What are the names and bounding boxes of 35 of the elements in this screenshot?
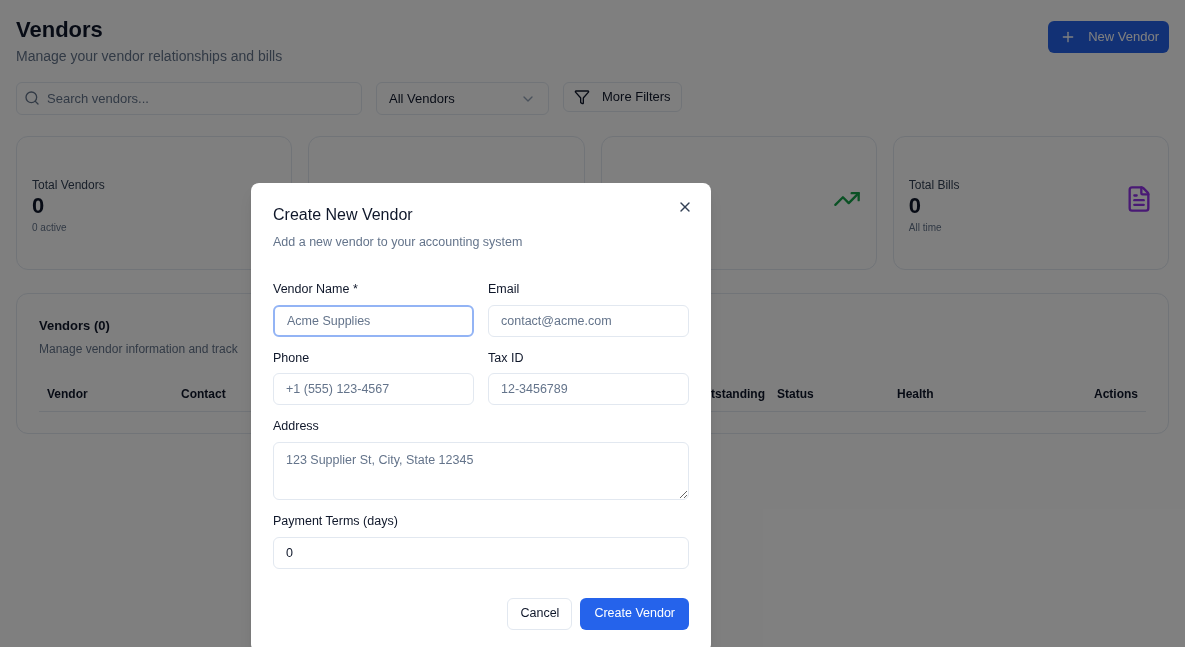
table-title: Vendors (0) [39, 317, 110, 335]
column-header: tstanding [711, 386, 765, 401]
stat-value: 0 [908, 193, 922, 218]
stat-value: 0 [32, 193, 46, 218]
cancel-button[interactable]: Cancel [507, 597, 573, 630]
field-label: Payment Terms (days) [273, 513, 399, 530]
dialog-subtitle: Add a new vendor to your accounting system [273, 234, 524, 251]
stat-label: Total Vendors [32, 176, 105, 194]
filter-icon [574, 89, 590, 105]
vendor-select[interactable]: All Vendors [376, 82, 549, 115]
column-header: Status [777, 386, 814, 401]
input-field[interactable]: Acme Supplies [273, 304, 474, 337]
field-label: Phone [273, 349, 311, 367]
page-subtitle: Manage your vendor relationships and bills [16, 47, 283, 66]
address-field[interactable]: 123 Supplier St, City, State 12345 [273, 442, 689, 500]
field-label: Email [488, 280, 521, 298]
stat-note: 0 active [32, 220, 68, 235]
column-header: Actions [1094, 386, 1138, 401]
dialog-title: Create New Vendor [273, 205, 413, 225]
field-label: Tax ID [488, 349, 525, 367]
new-vendor-button[interactable]: New Vendor [1048, 21, 1169, 53]
column-header: Contact [181, 386, 226, 401]
table-subtitle: Manage vendor information and track [39, 340, 238, 358]
create-vendor-button[interactable]: Create Vendor [580, 597, 689, 630]
field-label: Vendor Name * [273, 280, 359, 298]
page-title: Vendors [16, 16, 104, 44]
column-header: Vendor [47, 386, 88, 401]
stat-label: Total Bills [908, 176, 960, 194]
more-filters-button[interactable]: More Filters [563, 82, 682, 112]
field-label: Address [273, 418, 320, 436]
stat-note: All time [908, 220, 943, 235]
input-field[interactable]: 0 [273, 536, 689, 569]
search-icon [24, 90, 40, 106]
search-field[interactable]: Search vendors... [16, 82, 362, 115]
column-header: Health [897, 386, 934, 401]
